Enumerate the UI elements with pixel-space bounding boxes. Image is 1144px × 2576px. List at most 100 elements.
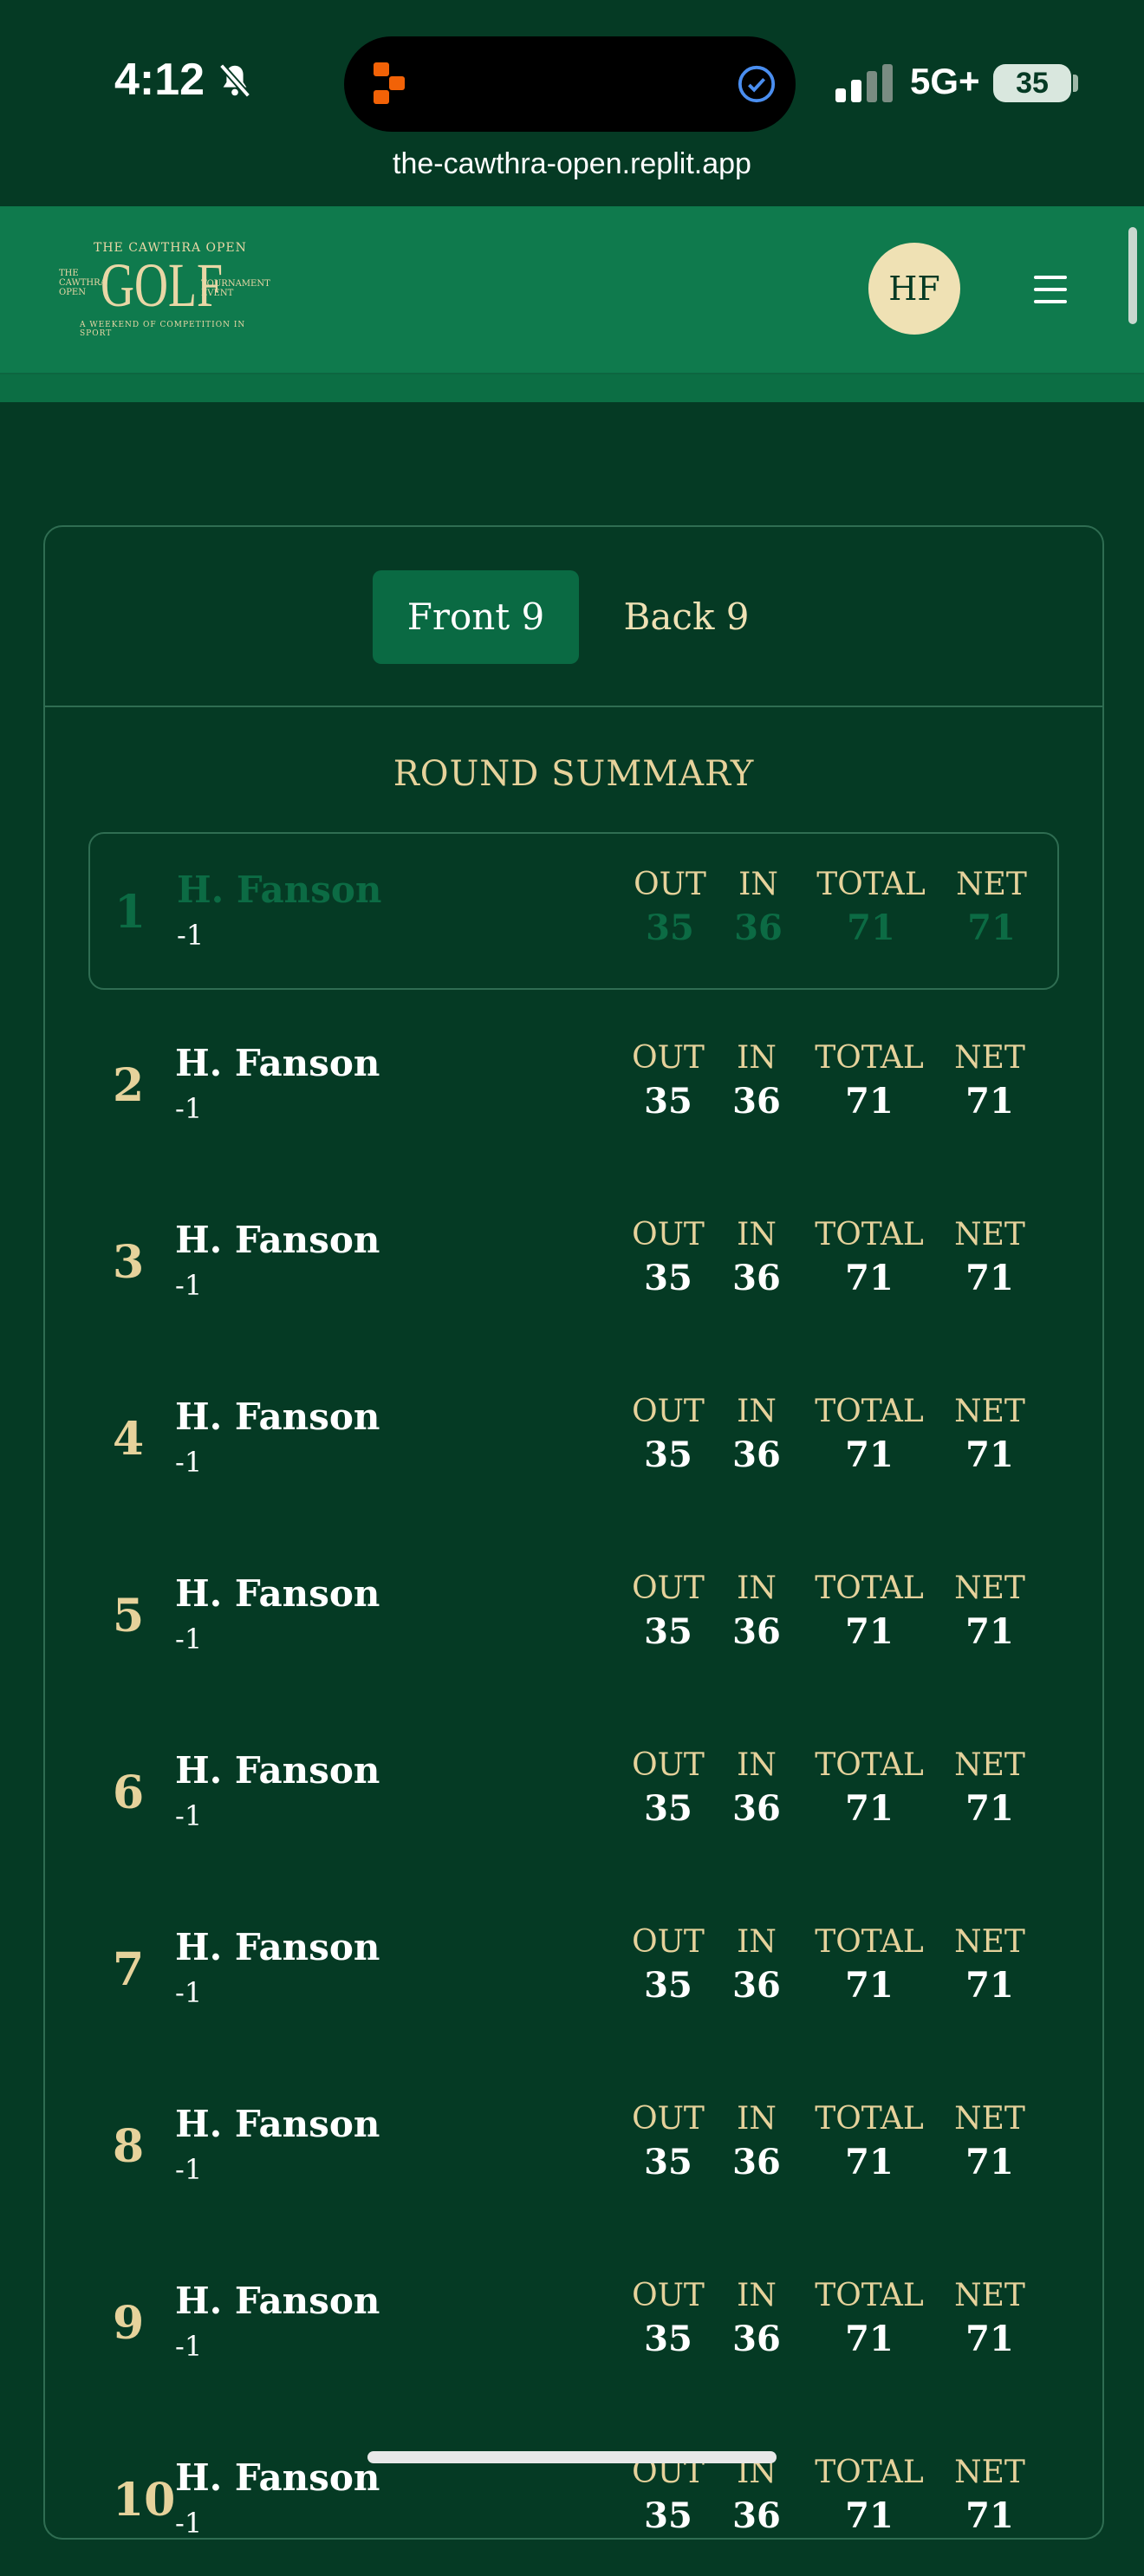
col-out: OUT 35 — [629, 2278, 707, 2359]
col-total-label: TOTAL — [815, 1394, 924, 1429]
col-total-label: TOTAL — [815, 1217, 924, 1252]
col-total-label: TOTAL — [815, 1747, 924, 1783]
url-bar[interactable]: the-cawthra-open.replit.app — [0, 147, 1144, 181]
col-out: OUT 35 — [629, 1747, 707, 1829]
col-out-value: 35 — [644, 1258, 692, 1298]
leaderboard-row[interactable]: 4 H. Fanson -1 OUT 35 IN 36 TOTAL 71 NET 71 — [88, 1361, 1056, 1515]
leaderboard-row[interactable]: 3 H. Fanson -1 OUT 35 IN 36 TOTAL 71 NET 71 — [88, 1184, 1056, 1338]
col-out-label: OUT — [632, 1394, 705, 1429]
col-net: NET 71 — [946, 1217, 1033, 1298]
row-rank: 9 — [113, 2297, 145, 2350]
tab-back-9[interactable]: Back 9 — [600, 570, 773, 664]
col-out-label: OUT — [632, 2278, 705, 2313]
col-total-label: TOTAL — [815, 2278, 924, 2313]
leaderboard-row[interactable]: 9 H. Fanson -1 OUT 35 IN 36 TOTAL 71 NET 71 — [88, 2245, 1056, 2399]
col-total-value: 71 — [845, 2142, 894, 2182]
col-in-value: 36 — [732, 1611, 781, 1652]
scrollbar[interactable] — [1128, 227, 1137, 324]
leaderboard-row[interactable]: 8 H. Fanson -1 OUT 35 IN 36 TOTAL 71 NET 71 — [88, 2068, 1056, 2222]
leaderboard-row[interactable]: 10 H. Fanson -1 OUT 35 IN 36 TOTAL 71 NET 71 — [88, 2422, 1056, 2576]
col-out: OUT 35 — [629, 2455, 707, 2536]
col-out: OUT 35 — [629, 1394, 707, 1475]
col-net: NET 71 — [946, 2455, 1033, 2536]
leaderboard-row[interactable]: 1 H. Fanson -1 OUT 35 IN 36 TOTAL 71 NET 71 — [88, 832, 1059, 990]
col-net-label: NET — [954, 1747, 1025, 1783]
col-out-value: 35 — [644, 2319, 692, 2359]
leaderboard-row[interactable]: 6 H. Fanson -1 OUT 35 IN 36 TOTAL 71 NET 71 — [88, 1714, 1056, 1869]
col-out-label: OUT — [632, 1571, 705, 1606]
col-net-value: 71 — [965, 1611, 1014, 1652]
col-net-label: NET — [954, 1040, 1025, 1076]
row-rank: 7 — [113, 1943, 145, 1996]
col-out: OUT 35 — [629, 1217, 707, 1298]
status-bar: 4:12 5G+ 35 the-cawthra-open.replit.app — [0, 0, 1144, 180]
col-total-value: 71 — [845, 1788, 894, 1829]
col-net-label: NET — [954, 1924, 1025, 1960]
col-out: OUT 35 — [629, 1571, 707, 1652]
player-name: H. Fanson — [175, 1395, 380, 1438]
leaderboard-row[interactable]: 2 H. Fanson -1 OUT 35 IN 36 TOTAL 71 NET 71 — [88, 1007, 1056, 1161]
col-in-label: IN — [737, 1571, 777, 1606]
dynamic-island — [344, 36, 796, 132]
user-avatar[interactable]: HF — [868, 243, 960, 335]
nine-tabs: Front 9 Back 9 — [45, 527, 1102, 707]
col-in-label: IN — [737, 1924, 777, 1960]
bell-muted-icon — [218, 63, 251, 98]
col-out: OUT 35 — [629, 1924, 707, 2006]
col-out: OUT 35 — [629, 1040, 707, 1122]
col-in: IN 36 — [726, 1747, 787, 1829]
col-in-value: 36 — [732, 2319, 781, 2359]
col-in-value: 36 — [734, 907, 783, 948]
col-net-label: NET — [954, 2455, 1025, 2490]
leaderboard-row[interactable]: 5 H. Fanson -1 OUT 35 IN 36 TOTAL 71 NET 71 — [88, 1538, 1056, 1692]
home-indicator[interactable] — [367, 2451, 777, 2463]
col-out-label: OUT — [634, 867, 706, 902]
hamburger-menu-icon[interactable] — [1034, 276, 1067, 303]
player-to-par: -1 — [175, 2153, 203, 2186]
tab-front-9[interactable]: Front 9 — [373, 570, 579, 664]
col-net-label: NET — [956, 867, 1027, 902]
player-name: H. Fanson — [175, 1219, 380, 1261]
player-to-par: -1 — [175, 1799, 203, 1832]
player-name: H. Fanson — [175, 2103, 380, 2145]
col-total-value: 71 — [845, 1081, 894, 1122]
row-rank: 10 — [113, 2474, 176, 2527]
col-net-value: 71 — [965, 1081, 1014, 1122]
col-in-label: IN — [737, 1040, 777, 1076]
col-total-value: 71 — [845, 1965, 894, 2006]
col-out-label: OUT — [632, 1217, 705, 1252]
col-net-label: NET — [954, 2101, 1025, 2137]
col-out-label: OUT — [632, 1040, 705, 1076]
col-in-value: 36 — [732, 1965, 781, 2006]
col-in-label: IN — [737, 2278, 777, 2313]
col-total-label: TOTAL — [815, 2101, 924, 2137]
player-name: H. Fanson — [175, 2280, 380, 2322]
header-strip — [0, 373, 1144, 402]
leaderboard-row[interactable]: 7 H. Fanson -1 OUT 35 IN 36 TOTAL 71 NET 71 — [88, 1891, 1056, 2046]
col-out-value: 35 — [644, 1611, 692, 1652]
col-out-label: OUT — [632, 1747, 705, 1783]
col-in: IN 36 — [726, 1394, 787, 1475]
col-in-label: IN — [737, 2101, 777, 2137]
col-total-value: 71 — [845, 2495, 894, 2536]
col-out: OUT 35 — [629, 2101, 707, 2182]
logo-right-text: TOURNAMENT EVENT — [201, 279, 270, 298]
col-total-label: TOTAL — [816, 867, 926, 902]
player-to-par: -1 — [175, 2330, 203, 2363]
col-net-value: 71 — [965, 1434, 1014, 1475]
col-net-label: NET — [954, 1217, 1025, 1252]
col-net-value: 71 — [965, 2495, 1014, 2536]
player-to-par: -1 — [175, 1446, 203, 1479]
logo-left-text: THE CAWTHRA OPEN — [59, 269, 107, 297]
col-net-label: NET — [954, 1571, 1025, 1606]
golf-logo[interactable]: THE CAWTHRA OPEN THE CAWTHRA OPEN GOLF T… — [54, 234, 270, 338]
col-total-value: 71 — [847, 907, 895, 948]
col-in-value: 36 — [732, 2495, 781, 2536]
row-rank: 8 — [113, 2120, 145, 2173]
col-total-value: 71 — [845, 1434, 894, 1475]
col-out-label: OUT — [632, 1924, 705, 1960]
col-in-value: 36 — [732, 1434, 781, 1475]
col-in: IN 36 — [726, 1217, 787, 1298]
col-total: TOTAL 71 — [813, 2101, 926, 2182]
col-total-value: 71 — [845, 2319, 894, 2359]
